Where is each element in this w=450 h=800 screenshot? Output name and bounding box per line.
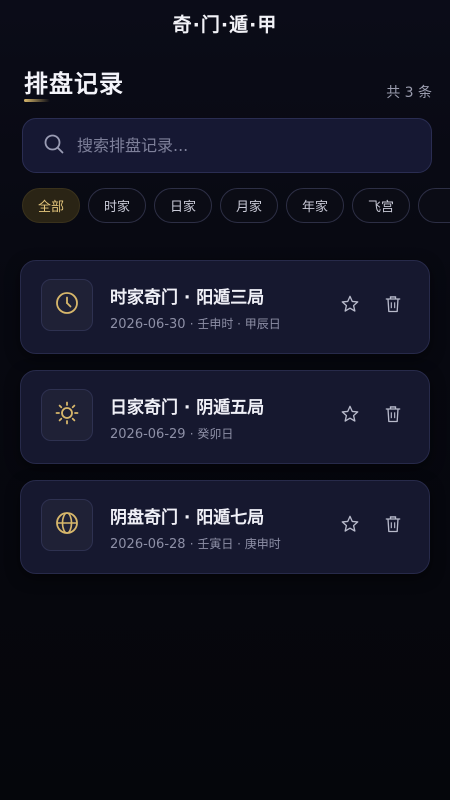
trash-icon [383, 294, 403, 318]
favorite-button[interactable] [337, 513, 363, 539]
record-meta: 2026-06-28 · 壬寅日 · 庚申时 [110, 535, 281, 552]
filter-chip-year[interactable]: 年家 [286, 188, 344, 223]
trash-icon [383, 514, 403, 538]
filter-chip-all[interactable]: 全部 [22, 188, 80, 223]
record-card[interactable]: 阴盘奇门 · 阳遁七局 2026-06-28 · 壬寅日 · 庚申时 [20, 480, 430, 574]
record-icon-box [41, 499, 93, 551]
delete-button[interactable] [380, 403, 406, 429]
filter-chip-month[interactable]: 月家 [220, 188, 278, 223]
record-card[interactable]: 日家奇门 · 阴遁五局 2026-06-29 · 癸卯日 [20, 370, 430, 464]
filter-chip-hour[interactable]: 时家 [88, 188, 146, 223]
filter-chip-more[interactable] [418, 188, 450, 223]
record-date: 2026-06-28 [110, 537, 186, 552]
record-details: · 壬寅日 · 庚申时 [189, 537, 281, 551]
search-icon [43, 133, 65, 159]
record-title: 日家奇门 · 阴遁五局 [110, 398, 265, 418]
record-details: · 壬申时 · 甲辰日 [189, 317, 281, 331]
record-details: · 癸卯日 [189, 427, 234, 441]
star-icon [340, 514, 360, 538]
title-underline [24, 99, 50, 102]
record-date: 2026-06-29 [110, 427, 186, 442]
record-icon-box [41, 389, 93, 441]
record-count: 共 3 条 [386, 85, 432, 101]
app-title: 奇·门·遁·甲 [172, 14, 278, 36]
filter-tabs: 全部 时家 日家 月家 年家 飞宫 [22, 188, 450, 224]
app-screen: 奇·门·遁·甲 排盘记录 共 3 条 全部 时家 日家 月家 年家 飞宫 [0, 0, 450, 800]
record-date: 2026-06-30 [110, 317, 186, 332]
delete-button[interactable] [380, 513, 406, 539]
sun-icon [54, 400, 80, 430]
star-icon [340, 294, 360, 318]
record-meta: 2026-06-29 · 癸卯日 [110, 425, 233, 442]
page-title: 排盘记录 [24, 70, 124, 98]
delete-button[interactable] [380, 293, 406, 319]
record-card[interactable]: 时家奇门 · 阳遁三局 2026-06-30 · 壬申时 · 甲辰日 [20, 260, 430, 354]
favorite-button[interactable] [337, 403, 363, 429]
search-bar[interactable] [22, 118, 432, 173]
filter-chip-flying-palace[interactable]: 飞宫 [352, 188, 410, 223]
record-icon-box [41, 279, 93, 331]
favorite-button[interactable] [337, 293, 363, 319]
search-input[interactable] [77, 136, 397, 155]
record-meta: 2026-06-30 · 壬申时 · 甲辰日 [110, 315, 281, 332]
record-title: 时家奇门 · 阳遁三局 [110, 288, 265, 308]
filter-chip-day[interactable]: 日家 [154, 188, 212, 223]
globe-icon [54, 510, 80, 540]
trash-icon [383, 404, 403, 428]
star-icon [340, 404, 360, 428]
clock-icon [54, 290, 80, 320]
record-title: 阴盘奇门 · 阳遁七局 [110, 508, 265, 528]
